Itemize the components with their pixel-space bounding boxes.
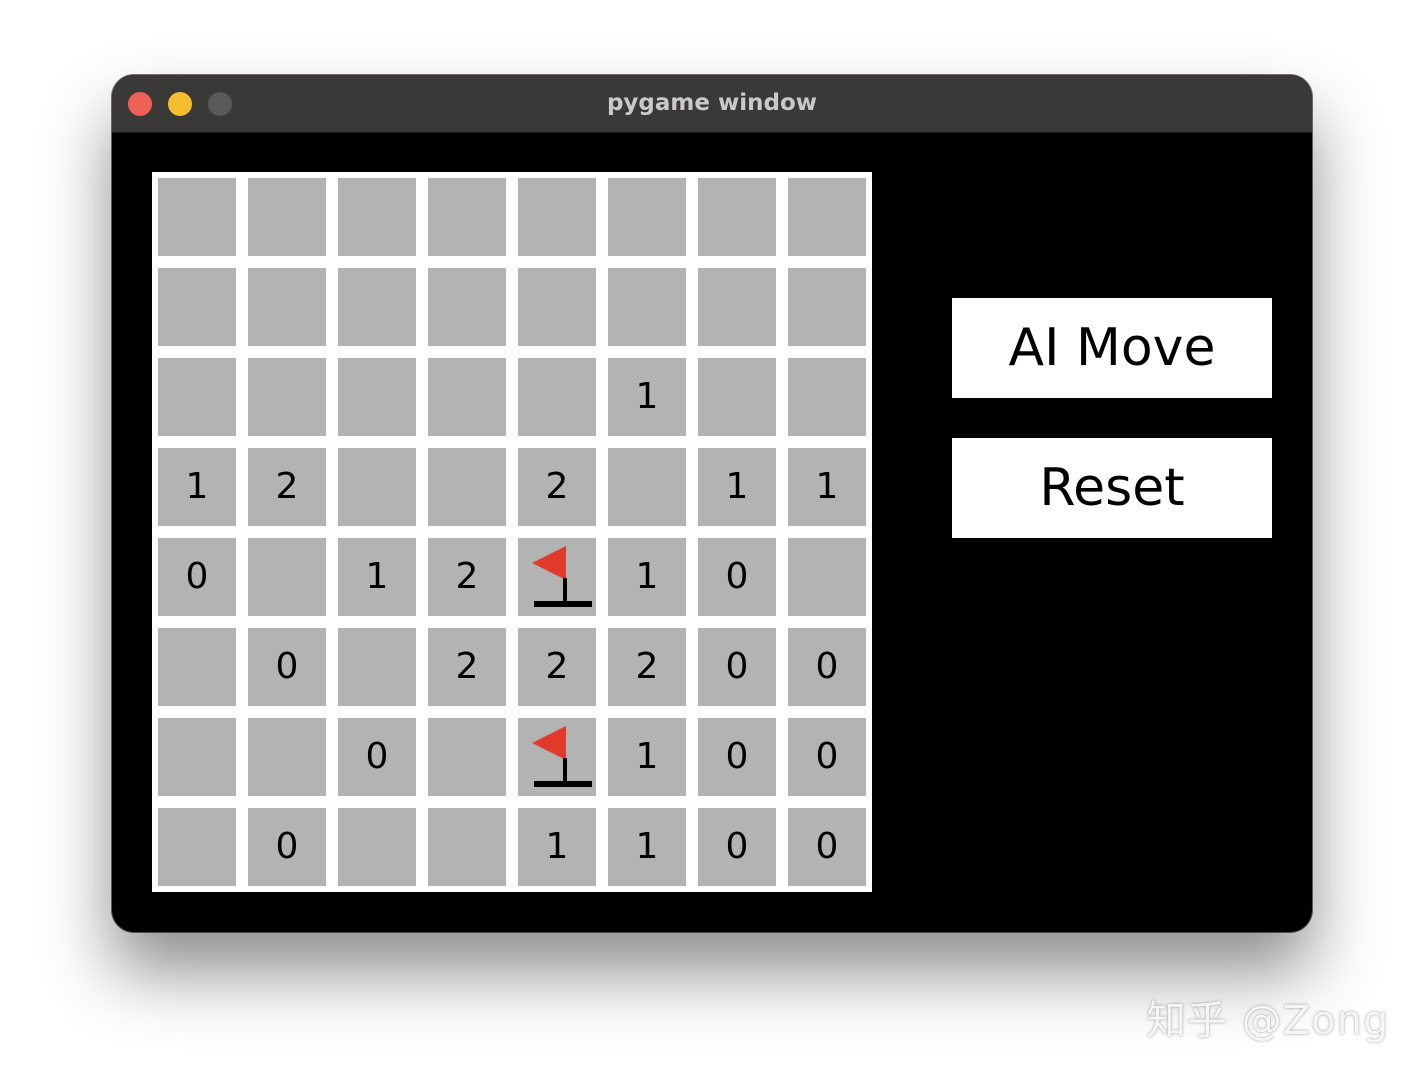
board-cell-r7-c4[interactable]: 1 [518,808,596,886]
cell-number: 0 [725,736,749,777]
board-cell-r7-c5[interactable]: 1 [608,808,686,886]
board-cell-r6-c6[interactable]: 0 [698,718,776,796]
board-cell-r0-c0[interactable] [158,178,236,256]
board-cell-r1-c7[interactable] [788,268,866,346]
cell-number: 0 [725,556,749,597]
cell-number: 1 [725,466,749,507]
pygame-window: pygame window 1 1 2 2 1 1 0 1 2 1 0 0 2 2 2 0 0 0 1 0 0 0 1 1 0 0… [112,75,1312,932]
board-cell-r6-c1[interactable] [248,718,326,796]
reset-button[interactable]: Reset [952,438,1272,538]
board-cell-r1-c6[interactable] [698,268,776,346]
board-cell-r4-c7[interactable] [788,538,866,616]
board-cell-r6-c4[interactable] [518,718,596,796]
board-cell-r5-c3[interactable]: 2 [428,628,506,706]
cell-number: 0 [365,736,389,777]
board-cell-r2-c4[interactable] [518,358,596,436]
board-cell-r0-c3[interactable] [428,178,506,256]
cell-number: 0 [275,646,299,687]
cell-number: 1 [635,736,659,777]
board-cell-r3-c1[interactable]: 2 [248,448,326,526]
cell-number: 1 [815,466,839,507]
board-cell-r5-c5[interactable]: 2 [608,628,686,706]
board-cell-r4-c5[interactable]: 1 [608,538,686,616]
watermark: 知乎 @Zong [1146,998,1390,1044]
board-cell-r7-c6[interactable]: 0 [698,808,776,886]
cell-number: 0 [815,736,839,777]
cell-number: 0 [815,646,839,687]
board-cell-r6-c3[interactable] [428,718,506,796]
cell-number: 2 [545,646,569,687]
cell-number: 1 [185,466,209,507]
board-cell-r7-c7[interactable]: 0 [788,808,866,886]
board-cell-r2-c0[interactable] [158,358,236,436]
cell-number: 0 [185,556,209,597]
cell-number: 2 [455,646,479,687]
cell-number: 0 [815,826,839,867]
cell-number: 1 [365,556,389,597]
board-cell-r4-c6[interactable]: 0 [698,538,776,616]
board-cell-r0-c2[interactable] [338,178,416,256]
window-title: pygame window [606,90,818,116]
board-cell-r1-c5[interactable] [608,268,686,346]
board-cell-r1-c0[interactable] [158,268,236,346]
board-cell-r1-c1[interactable] [248,268,326,346]
board-cell-r3-c3[interactable] [428,448,506,526]
board-cell-r3-c6[interactable]: 1 [698,448,776,526]
board-cell-r5-c7[interactable]: 0 [788,628,866,706]
title-bar[interactable]: pygame window [112,75,1312,133]
board-cell-r2-c6[interactable] [698,358,776,436]
board-cell-r3-c2[interactable] [338,448,416,526]
board-cell-r3-c0[interactable]: 1 [158,448,236,526]
board-cell-r7-c3[interactable] [428,808,506,886]
cell-number: 2 [275,466,299,507]
ai-move-button[interactable]: AI Move [952,298,1272,398]
cell-number: 1 [545,826,569,867]
board-cell-r5-c4[interactable]: 2 [518,628,596,706]
cell-number: 1 [635,556,659,597]
board-cell-r5-c6[interactable]: 0 [698,628,776,706]
board-cell-r4-c0[interactable]: 0 [158,538,236,616]
board-cell-r0-c5[interactable] [608,178,686,256]
board-cell-r4-c3[interactable]: 2 [428,538,506,616]
board-cell-r4-c2[interactable]: 1 [338,538,416,616]
board-cell-r4-c4[interactable] [518,538,596,616]
cell-number: 2 [545,466,569,507]
board-cell-r5-c2[interactable] [338,628,416,706]
board-cell-r2-c1[interactable] [248,358,326,436]
board-cell-r6-c0[interactable] [158,718,236,796]
board-cell-r0-c4[interactable] [518,178,596,256]
board-cell-r0-c6[interactable] [698,178,776,256]
board-cell-r2-c7[interactable] [788,358,866,436]
board-cell-r1-c4[interactable] [518,268,596,346]
board-cell-r3-c7[interactable]: 1 [788,448,866,526]
board-cell-r1-c2[interactable] [338,268,416,346]
cell-number: 0 [275,826,299,867]
cell-number: 1 [635,826,659,867]
board-cell-r6-c7[interactable]: 0 [788,718,866,796]
board-cell-r5-c0[interactable] [158,628,236,706]
flag-icon [532,726,592,787]
cell-number: 2 [635,646,659,687]
board-cell-r7-c0[interactable] [158,808,236,886]
board-cell-r3-c4[interactable]: 2 [518,448,596,526]
board-cell-r7-c2[interactable] [338,808,416,886]
cell-number: 2 [455,556,479,597]
cell-number: 0 [725,646,749,687]
cell-number: 1 [635,376,659,417]
board-cell-r4-c1[interactable] [248,538,326,616]
board-cell-r0-c1[interactable] [248,178,326,256]
board-cell-r2-c5[interactable]: 1 [608,358,686,436]
board-cell-r2-c2[interactable] [338,358,416,436]
minesweeper-board: 1 1 2 2 1 1 0 1 2 1 0 0 2 2 2 0 0 0 1 0 0 0 1 1 0 0 [152,172,872,892]
board-cell-r3-c5[interactable] [608,448,686,526]
cell-number: 0 [725,826,749,867]
board-cell-r2-c3[interactable] [428,358,506,436]
board-cell-r6-c5[interactable]: 1 [608,718,686,796]
board-cell-r5-c1[interactable]: 0 [248,628,326,706]
board-cell-r1-c3[interactable] [428,268,506,346]
board-cell-r0-c7[interactable] [788,178,866,256]
flag-icon [532,546,592,607]
board-cell-r7-c1[interactable]: 0 [248,808,326,886]
board-cell-r6-c2[interactable]: 0 [338,718,416,796]
